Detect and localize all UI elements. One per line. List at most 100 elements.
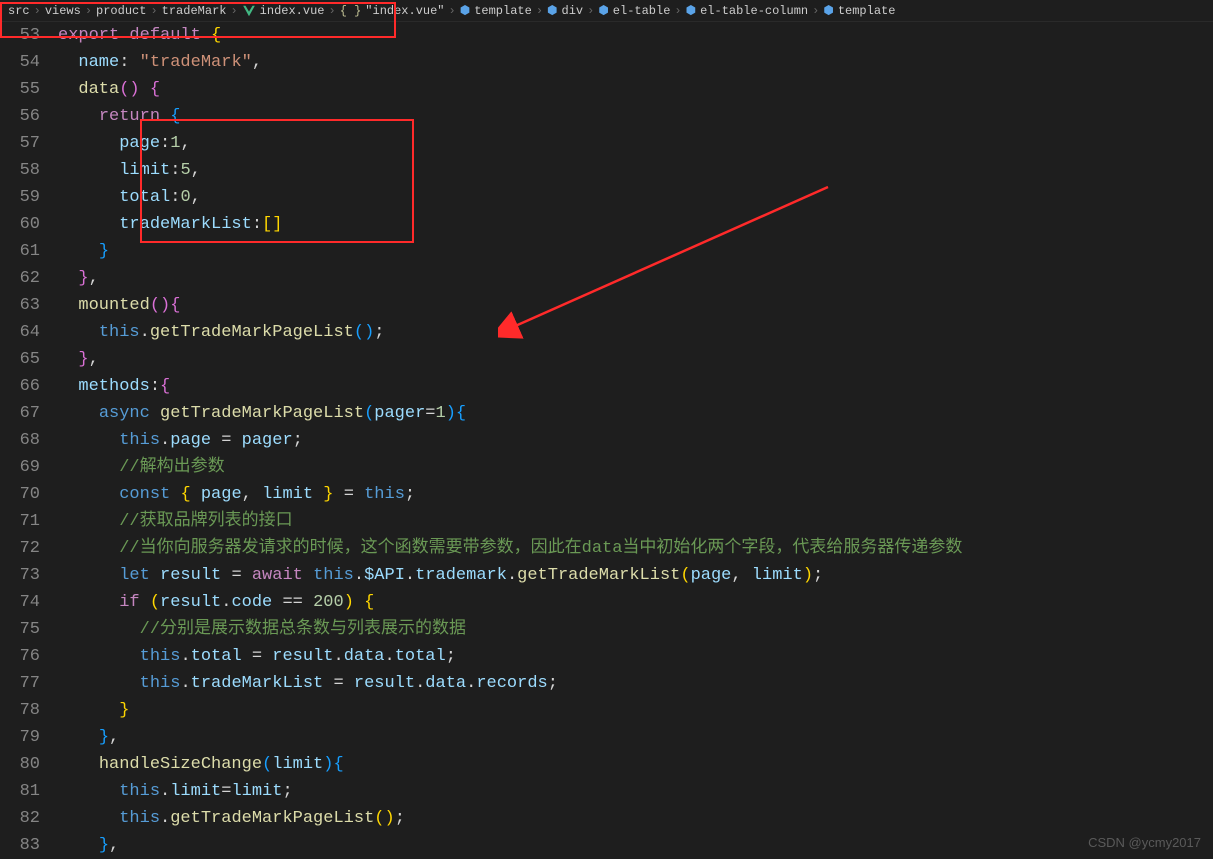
prop-page2: page: [170, 431, 211, 450]
brace: {: [150, 80, 160, 99]
line-numbers: 5354555657585960616263646566676869707172…: [0, 22, 58, 856]
crumb-views[interactable]: views: [45, 4, 81, 18]
crumb-indexvue[interactable]: "index.vue": [365, 4, 444, 18]
crumb-product[interactable]: product: [96, 4, 146, 18]
var-limit: limit: [231, 782, 282, 801]
kw-default: default: [129, 26, 200, 45]
brace: }: [78, 269, 88, 288]
var-trademark: trademark: [415, 566, 507, 585]
crumb-trademark[interactable]: tradeMark: [162, 4, 227, 18]
var-result: result: [160, 593, 221, 612]
crumb-src[interactable]: src: [8, 4, 30, 18]
comment: //解构出参数: [119, 458, 224, 477]
kw-await: await: [252, 566, 303, 585]
var-api: $API: [364, 566, 405, 585]
chevron-right-icon: ›: [812, 4, 819, 18]
kw-async: async: [99, 404, 150, 423]
var-result: result: [160, 566, 221, 585]
prop-total3: total: [395, 647, 446, 666]
prop-page: page: [119, 134, 160, 153]
fn-gettrade2: getTradeMarkPageList: [160, 404, 364, 423]
arg-page: page: [691, 566, 732, 585]
vue-file-icon: [242, 4, 256, 18]
brace: }: [119, 701, 129, 720]
component-icon: ⬢: [598, 3, 608, 18]
arg-limit: limit: [752, 566, 803, 585]
num-200: 200: [313, 593, 344, 612]
fn-mounted: mounted: [78, 296, 149, 315]
var-limit: limit: [262, 485, 313, 504]
chevron-right-icon: ›: [674, 4, 681, 18]
fn-handlesize: handleSizeChange: [99, 755, 262, 774]
prop-data: data: [425, 674, 466, 693]
fn-gettrade3: getTradeMarkPageList: [170, 809, 374, 828]
crumb-template2[interactable]: template: [838, 4, 896, 18]
braces-icon: { }: [340, 4, 362, 18]
var-pager: pager: [242, 431, 293, 450]
prop-list: tradeMarkList: [119, 215, 252, 234]
num-1b: 1: [436, 404, 446, 423]
num-5: 5: [180, 161, 190, 180]
num-0: 0: [180, 188, 190, 207]
crumb-template[interactable]: template: [474, 4, 532, 18]
comment: //分别是展示数据总条数与列表展示的数据: [140, 620, 466, 639]
prop-code: code: [231, 593, 272, 612]
code-content[interactable]: export default { name: "tradeMark", data…: [58, 22, 1213, 856]
prop-methods: methods: [78, 377, 149, 396]
prop-limit2: limit: [170, 782, 221, 801]
chevron-right-icon: ›: [449, 4, 456, 18]
parens: (): [119, 80, 139, 99]
eq: =: [425, 404, 435, 423]
str-trademark: "tradeMark": [140, 53, 252, 72]
comment: //获取品牌列表的接口: [119, 512, 292, 531]
code-editor[interactable]: 5354555657585960616263646566676869707172…: [0, 22, 1213, 856]
component-icon: ⬢: [460, 3, 470, 18]
crumb-eltable[interactable]: el-table: [613, 4, 671, 18]
breadcrumb: src › views › product › tradeMark › inde…: [0, 0, 1213, 22]
kw-this: this: [119, 782, 160, 801]
brace: {: [211, 26, 221, 45]
chevron-right-icon: ›: [587, 4, 594, 18]
prop-records: records: [476, 674, 547, 693]
kw-export: export: [58, 26, 119, 45]
prop-limit: limit: [119, 161, 170, 180]
prop-name: name: [78, 53, 119, 72]
chevron-right-icon: ›: [328, 4, 335, 18]
fn-data: data: [78, 80, 119, 99]
kw-this: this: [140, 674, 181, 693]
brace: {: [180, 485, 190, 504]
prop-data: data: [344, 647, 385, 666]
fn-getlist: getTradeMarkList: [517, 566, 680, 585]
kw-this: this: [140, 647, 181, 666]
kw-this: this: [119, 809, 160, 828]
prop-total2: total: [191, 647, 242, 666]
kw-if: if: [119, 593, 139, 612]
brace: {: [170, 107, 180, 126]
num-1: 1: [170, 134, 180, 153]
param-limit: limit: [272, 755, 323, 774]
prop-list2: tradeMarkList: [191, 674, 324, 693]
kw-this: this: [313, 566, 354, 585]
chevron-right-icon: ›: [34, 4, 41, 18]
kw-return: return: [99, 107, 160, 126]
kw-const: const: [119, 485, 170, 504]
crumb-file[interactable]: index.vue: [260, 4, 325, 18]
var-result: result: [272, 647, 333, 666]
kw-this: this: [119, 431, 160, 450]
watermark: CSDN @ycmy2017: [1088, 835, 1201, 850]
var-page: page: [201, 485, 242, 504]
crumb-eltablecol[interactable]: el-table-column: [700, 4, 808, 18]
chevron-right-icon: ›: [230, 4, 237, 18]
component-icon: ⬢: [547, 3, 557, 18]
crumb-div[interactable]: div: [562, 4, 584, 18]
fn-gettrade: getTradeMarkPageList: [150, 323, 354, 342]
chevron-right-icon: ›: [536, 4, 543, 18]
component-icon: ⬢: [686, 3, 696, 18]
component-icon: ⬢: [823, 3, 833, 18]
kw-let: let: [119, 566, 150, 585]
comment: //当你向服务器发请求的时候，这个函数需要带参数，因此在data当中初始化两个字…: [119, 539, 962, 558]
kw-this: this: [364, 485, 405, 504]
brace: }: [99, 242, 109, 261]
var-result: result: [354, 674, 415, 693]
chevron-right-icon: ›: [85, 4, 92, 18]
